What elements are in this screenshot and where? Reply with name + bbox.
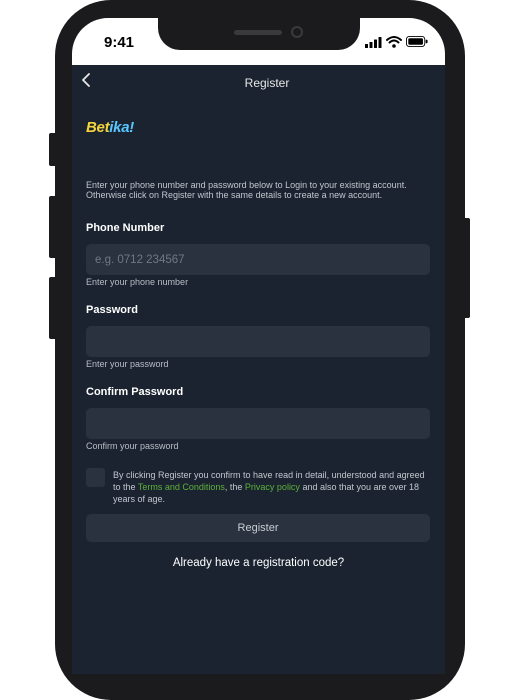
password-label: Password xyxy=(86,304,138,316)
consent-text: By clicking Register you confirm to have… xyxy=(113,470,425,504)
terms-link[interactable]: Terms and Conditions xyxy=(138,482,225,492)
page-title: Register xyxy=(244,76,290,90)
confirm-password-input[interactable] xyxy=(86,408,430,439)
phone-number-input[interactable] xyxy=(86,244,430,275)
phone-volume-up xyxy=(49,196,57,258)
speaker-grille xyxy=(234,30,282,35)
app-screen: 9:41 Register Betika! Enter your phone n… xyxy=(72,18,445,674)
intro-text: Enter your phone number and password bel… xyxy=(86,180,407,200)
phone-number-label: Phone Number xyxy=(86,222,165,234)
notch xyxy=(158,18,360,50)
phone-number-hint: Enter your phone number xyxy=(86,277,189,287)
terms-checkbox[interactable] xyxy=(86,468,105,487)
signal-icon xyxy=(365,37,382,48)
phone-volume-down xyxy=(49,277,57,339)
phone-mute-switch xyxy=(49,133,57,166)
confirm-password-hint: Confirm your password xyxy=(86,441,179,451)
password-input[interactable] xyxy=(86,326,430,357)
battery-icon xyxy=(406,36,428,47)
status-time: 9:41 xyxy=(104,34,135,51)
betika-logo: Betika! xyxy=(86,119,134,136)
status-bar: 9:41 xyxy=(72,18,445,65)
privacy-policy-link[interactable]: Privacy policy xyxy=(245,482,300,492)
confirm-password-label: Confirm Password xyxy=(86,386,184,398)
camera-icon xyxy=(291,26,303,38)
registration-code-link[interactable]: Already have a registration code? xyxy=(72,557,445,569)
wifi-icon xyxy=(386,36,402,48)
register-button[interactable]: Register xyxy=(86,514,430,542)
password-hint: Enter your password xyxy=(86,359,169,369)
phone-power-button xyxy=(462,218,470,318)
